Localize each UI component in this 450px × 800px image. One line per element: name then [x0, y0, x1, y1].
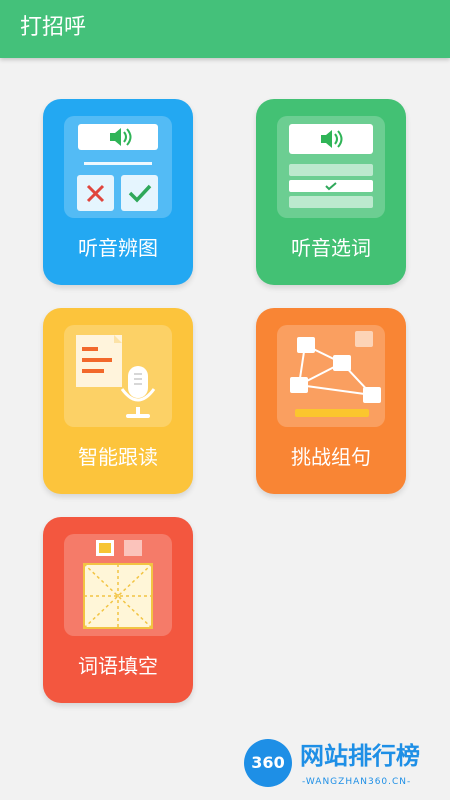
- card-label: 智能跟读: [78, 445, 158, 469]
- listen-identify-picture-icon: [64, 116, 172, 218]
- challenge-sentence-building-icon: [277, 325, 385, 427]
- word-fill-in-icon: [64, 534, 172, 636]
- card-label: 听音选词: [291, 236, 371, 260]
- card-label: 听音辨图: [78, 236, 158, 260]
- page-title: 打招呼: [20, 15, 87, 40]
- watermark-badge: 360: [244, 739, 292, 787]
- card-word-fill-in[interactable]: 词语填空: [43, 517, 193, 703]
- listen-choose-word-icon: [277, 116, 385, 218]
- card-smart-read-along[interactable]: 智能跟读: [43, 308, 193, 494]
- watermark-subtitle: -WANGZHAN360.CN-: [302, 777, 412, 787]
- smart-read-along-icon: [64, 325, 172, 427]
- app-header: 打招呼: [0, 0, 450, 58]
- card-label: 挑战组句: [291, 445, 371, 469]
- card-challenge-sentence-building[interactable]: 挑战组句: [256, 308, 406, 494]
- card-listen-identify-picture[interactable]: 听音辨图: [43, 99, 193, 285]
- card-listen-choose-word[interactable]: 听音选词: [256, 99, 406, 285]
- card-label: 词语填空: [78, 654, 158, 678]
- site-watermark: 360 网站排行榜 -WANGZHAN360.CN-: [240, 735, 445, 795]
- watermark-title: 网站排行榜: [300, 742, 420, 770]
